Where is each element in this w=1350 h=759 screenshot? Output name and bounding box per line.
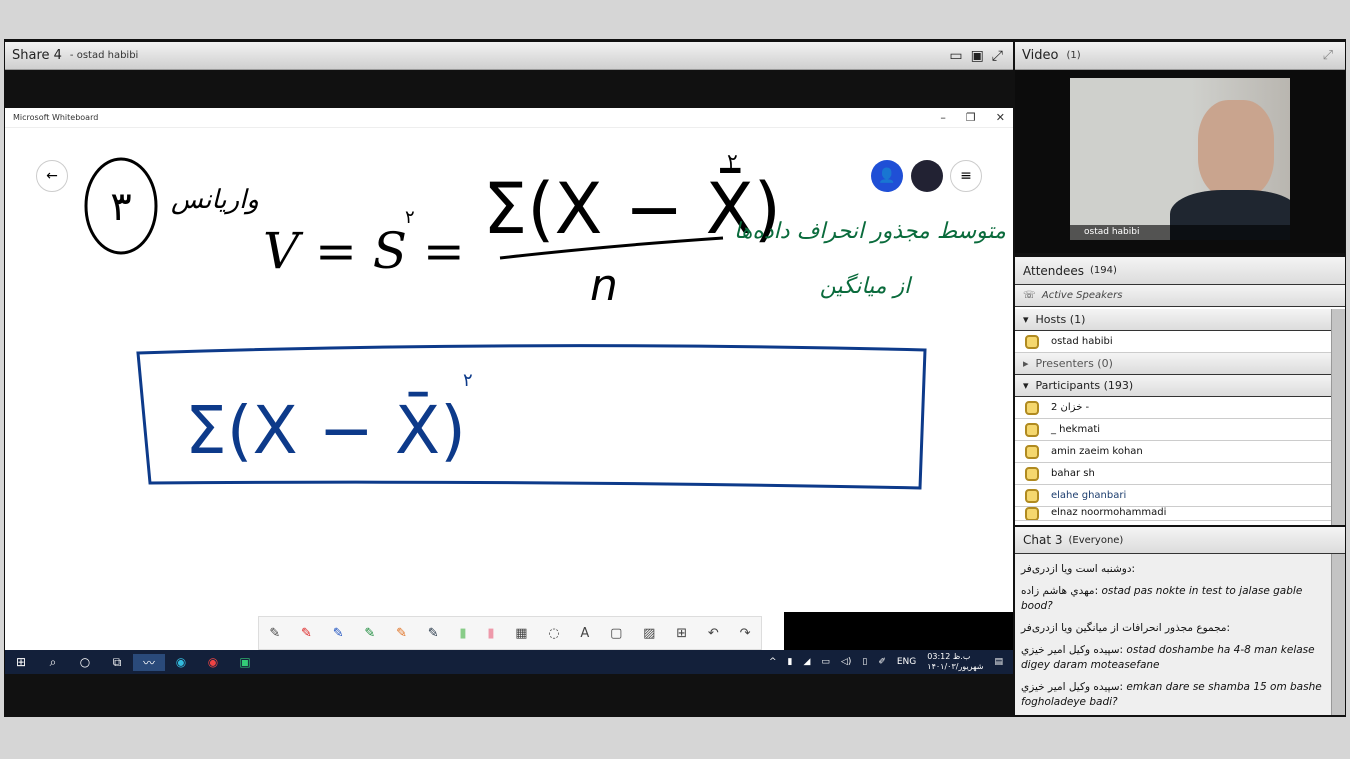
notification-icon[interactable]: ▤ <box>994 657 1003 667</box>
volume-icon[interactable]: ◁) <box>841 657 851 667</box>
whiteboard-canvas[interactable]: ٣ واریانس V = S = ٢ Σ(X − X̄) ٢ n متوسط … <box>5 128 1013 628</box>
language-indicator[interactable]: ENG <box>897 657 916 667</box>
text-icon[interactable]: A <box>580 626 589 641</box>
redo-icon[interactable]: ↷ <box>740 626 751 641</box>
chat-message: مجموع مجذور انحرافات از میانگین ویا ازدر… <box>1021 622 1231 634</box>
attendee-row[interactable]: bahar sh <box>1015 463 1331 485</box>
pen-green-icon[interactable]: ✎ <box>364 626 375 641</box>
view-mode-icon[interactable]: ▭ <box>949 48 962 64</box>
share-pod-header: Share 4 - ostad habibi ▭ ▣ ⤢ <box>5 42 1013 70</box>
chat-header: Chat 3 (Everyone) <box>1015 527 1345 554</box>
variance-word: واریانس <box>171 185 259 215</box>
fullscreen-icon[interactable]: ⤢ <box>992 48 1003 64</box>
s-exponent: ٢ <box>405 207 415 228</box>
fit-view-icon[interactable]: ▣ <box>971 48 984 64</box>
boxed-expression: Σ(X − X̄) <box>185 392 466 469</box>
participants-group[interactable]: ▾ Participants (193) <box>1015 375 1331 397</box>
video-pod-header: Video (1) ⤢ <box>1015 42 1345 70</box>
attendee-row[interactable]: ostad habibi <box>1015 331 1331 353</box>
tray-usb-icon[interactable]: ▮ <box>788 657 793 667</box>
minimize-button[interactable]: – <box>940 111 946 124</box>
chat-message: سپیده وکیل امیر خیزي: ostad doshambe ha … <box>1021 644 1315 671</box>
attendees-header: Attendees (194) <box>1015 257 1345 285</box>
chrome-icon[interactable]: ◉ <box>197 655 229 669</box>
ink-toolbar: ✎ ✎ ✎ ✎ ✎ ✎ ▮ ▮ ▦ ◌ A ▢ ▨ ⊞ ↶ ↷ <box>258 616 762 650</box>
black-overlay <box>784 612 1013 650</box>
chat-message: دوشنبه است ویا ازدری‌فر: <box>1021 563 1136 575</box>
attendee-row[interactable]: elnaz noormohammadi <box>1015 507 1331 521</box>
video-count: (1) <box>1066 50 1081 61</box>
denominator: n <box>590 260 618 311</box>
device-icon[interactable]: ▯ <box>862 657 867 667</box>
highlighter-icon[interactable]: ▮ <box>459 626 466 641</box>
section-number: ٣ <box>110 184 131 230</box>
video-title: Video <box>1022 48 1059 63</box>
pen-red-icon[interactable]: ✎ <box>301 626 312 641</box>
clock[interactable]: 03:12 ب.ظ ۱۴۰۱/شهریور/۰۳ <box>927 652 983 672</box>
hosts-group[interactable]: ▾ Hosts (1) <box>1015 309 1331 331</box>
window-title: Microsoft Whiteboard <box>13 113 99 122</box>
attendee-row[interactable]: _ hekmati <box>1015 419 1331 441</box>
attendees-pod: Attendees (194) ☏ Active Speakers ▾ Hosts… <box>1015 257 1345 525</box>
video-area: ostad habibi <box>1015 70 1345 253</box>
chat-message: سپیده وکیل امیر خیزي: emkan dare se sham… <box>1021 681 1322 708</box>
start-icon[interactable]: ⊞ <box>5 655 37 669</box>
pen-orange-icon[interactable]: ✎ <box>396 626 407 641</box>
share-title: Share 4 <box>12 48 62 63</box>
chat-messages: دوشنبه است ویا ازدری‌فر: مهدي هاشم زاده:… <box>1015 554 1331 725</box>
presenters-group[interactable]: ▸ Presenters (0) <box>1015 353 1331 375</box>
windows-taskbar: ⊞ ⌕ ○ ⧉ 〰 ◉ ◉ ▣ ^ ▮ ◢ ▭ ◁) ▯ ✐ ENG 03:12 ب.ظ ۱۴۰۱/شهری… <box>5 650 1013 674</box>
exponent: ٢ <box>727 149 738 173</box>
cortana-icon[interactable]: ○ <box>69 655 101 669</box>
image-icon[interactable]: ▨ <box>643 626 655 641</box>
task-view-icon[interactable]: ⧉ <box>101 655 133 670</box>
attendee-row[interactable]: elahe ghanbari <box>1015 485 1331 507</box>
pen-blue-icon[interactable]: ✎ <box>333 626 344 641</box>
pen-tray-icon[interactable]: ✐ <box>878 657 886 667</box>
active-speakers[interactable]: ☏ Active Speakers <box>1015 285 1345 307</box>
share-presenter: - ostad habibi <box>69 50 139 61</box>
add-icon[interactable]: ⊞ <box>676 626 687 641</box>
wifi-icon[interactable]: ◢ <box>803 657 810 667</box>
battery-icon[interactable]: ▭ <box>821 657 830 667</box>
note-line-2: از میانگین <box>820 273 913 299</box>
video-name-label: ostad habibi <box>1070 225 1290 240</box>
chat-pod: Chat 3 (Everyone) دوشنبه است ویا ازدری‌فر… <box>1015 527 1345 715</box>
v-equals: V = S = <box>263 222 465 280</box>
undo-icon[interactable]: ↶ <box>708 626 719 641</box>
lasso-icon[interactable]: ◌ <box>548 626 559 641</box>
chat-scrollbar[interactable] <box>1331 554 1345 715</box>
attendee-row[interactable]: amin zaeim kohan <box>1015 441 1331 463</box>
pen-black-icon[interactable]: ✎ <box>269 626 280 641</box>
ruler-icon[interactable]: ▦ <box>515 626 527 641</box>
search-icon[interactable]: ⌕ <box>37 655 69 670</box>
note-icon[interactable]: ▢ <box>610 626 622 641</box>
note-line-1: متوسط مجذور انحراف داده‌ها <box>734 219 1006 244</box>
close-button[interactable]: ✕ <box>996 111 1005 124</box>
webcam-feed: ostad habibi <box>1070 78 1290 240</box>
boxed-exponent: ٢ <box>463 370 473 391</box>
pen-navy-icon[interactable]: ✎ <box>428 626 439 641</box>
tray-chevron-icon[interactable]: ^ <box>769 657 777 667</box>
app-icon[interactable]: ▣ <box>229 655 261 669</box>
attendees-scrollbar[interactable] <box>1331 309 1345 525</box>
whiteboard-window: Microsoft Whiteboard – ❐ ✕ ← 👤 ≡ ٣ واریانس… <box>5 108 1013 650</box>
fullscreen-icon[interactable]: ⤢ <box>1323 48 1333 63</box>
attendee-row[interactable]: خزان 2 - <box>1015 397 1331 419</box>
restore-button[interactable]: ❐ <box>966 111 976 124</box>
eraser-icon[interactable]: ▮ <box>487 626 494 641</box>
chat-message: مهدي هاشم زاده: ostad pas nokte in test … <box>1021 585 1303 612</box>
edge-icon[interactable]: ◉ <box>165 655 197 669</box>
whiteboard-app-icon[interactable]: 〰 <box>133 653 165 671</box>
